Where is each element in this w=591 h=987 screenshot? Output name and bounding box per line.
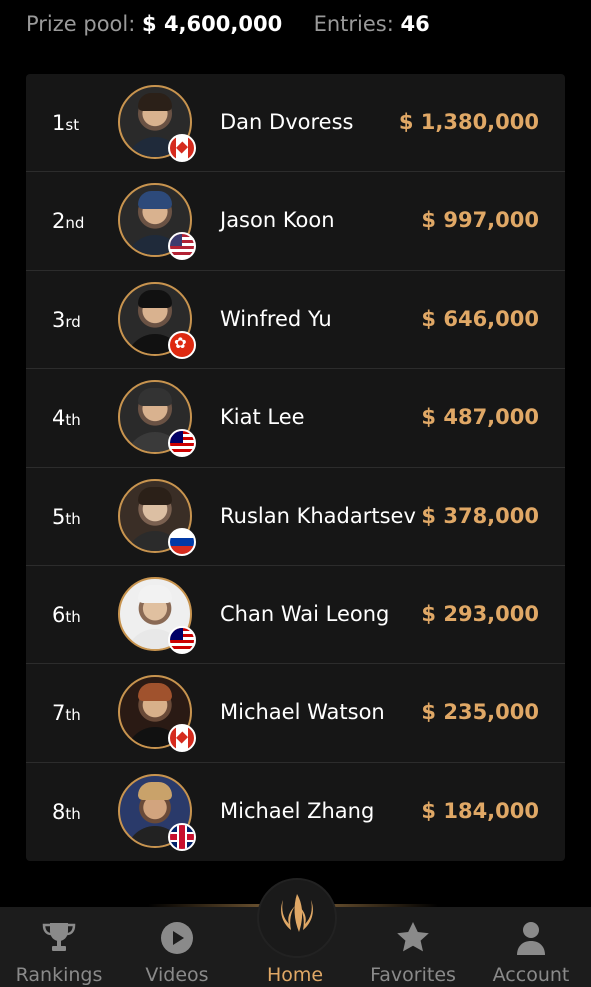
hong-kong-flag-icon <box>168 330 196 359</box>
prize-amount: $ 184,000 <box>421 798 539 823</box>
malaysia-flag-icon <box>168 625 196 654</box>
player-name[interactable]: Michael Watson <box>220 700 385 724</box>
player-name[interactable]: Michael Zhang <box>220 799 374 823</box>
prize-pool-value: $ 4,600,000 <box>142 12 283 36</box>
result-row[interactable]: 1st Dan Dvoress $ 1,380,000 <box>26 74 565 173</box>
result-row[interactable]: 4th Kiat Lee $ 487,000 <box>26 369 565 468</box>
prize-amount: $ 997,000 <box>421 208 539 233</box>
home-logo-button[interactable] <box>257 878 337 958</box>
place: 2nd <box>52 209 85 234</box>
prize-amount: $ 1,380,000 <box>398 110 539 134</box>
results-table: 1st Dan Dvoress $ 1,380,000 2nd Jason Ko… <box>26 74 565 861</box>
brand-logo-icon <box>281 894 313 932</box>
result-row[interactable]: 2nd Jason Koon $ 997,000 <box>26 172 565 271</box>
result-row[interactable]: 8th Michael Zhang $ 184,000 <box>26 763 565 860</box>
player-name[interactable]: Jason Koon <box>220 208 335 232</box>
nav-favorites-label: Favorites <box>370 964 456 986</box>
trophy-icon <box>42 923 76 951</box>
place: 8th <box>52 799 81 824</box>
play-circle-icon <box>161 922 193 954</box>
player-name[interactable]: Kiat Lee <box>220 405 305 429</box>
canada-flag-icon <box>168 134 196 162</box>
usa-flag-icon <box>168 232 196 261</box>
player-name[interactable]: Chan Wai Leong <box>220 602 389 626</box>
player-name[interactable]: Ruslan Khadartsev <box>220 504 416 528</box>
prize-amount: $ 378,000 <box>421 503 539 528</box>
user-icon <box>517 922 545 955</box>
place: 1st <box>52 111 80 135</box>
canada-flag-icon <box>168 724 196 753</box>
nav-rankings-label: Rankings <box>15 964 103 986</box>
prize-amount: $ 235,000 <box>421 700 539 725</box>
malaysia-flag-icon <box>168 429 196 458</box>
result-row[interactable]: 7th Michael Watson $ 235,000 <box>26 664 565 763</box>
place: 6th <box>52 602 81 627</box>
nav-videos-label: Videos <box>145 964 209 986</box>
star-icon <box>397 922 429 952</box>
nav-account-label: Account <box>492 964 570 986</box>
prize-amount: $ 487,000 <box>421 405 539 430</box>
result-row[interactable]: 3rd Winfred Yu $ 646,000 <box>26 271 565 370</box>
place: 4th <box>52 406 81 431</box>
nav-favorites[interactable]: Favorites <box>354 907 472 987</box>
place: 7th <box>52 701 81 726</box>
result-row[interactable]: 6th Chan Wai Leong $ 293,000 <box>26 566 565 665</box>
nav-videos[interactable]: Videos <box>118 907 236 987</box>
player-name[interactable]: Dan Dvoress <box>220 110 353 134</box>
entries-label: Entries: <box>313 12 394 36</box>
uk-flag-icon <box>168 822 196 851</box>
prize-amount: $ 293,000 <box>421 601 539 626</box>
prize-amount: $ 646,000 <box>421 306 539 331</box>
place: 3rd <box>52 307 81 332</box>
entries-value: 46 <box>400 12 430 36</box>
nav-rankings[interactable]: Rankings <box>0 907 118 987</box>
russia-flag-icon <box>168 527 196 556</box>
tournament-stats: Prize pool: $ 4,600,000 Entries: 46 <box>26 12 430 36</box>
tournament-results-page: Prize pool: $ 4,600,000 Entries: 46 1st … <box>0 0 591 987</box>
player-name[interactable]: Winfred Yu <box>220 307 332 331</box>
result-row[interactable]: 5th Ruslan Khadartsev $ 378,000 <box>26 468 565 566</box>
prize-pool-label: Prize pool: <box>26 12 136 36</box>
place: 5th <box>52 504 81 529</box>
nav-home-label: Home <box>266 964 324 986</box>
nav-account[interactable]: Account <box>472 907 590 987</box>
